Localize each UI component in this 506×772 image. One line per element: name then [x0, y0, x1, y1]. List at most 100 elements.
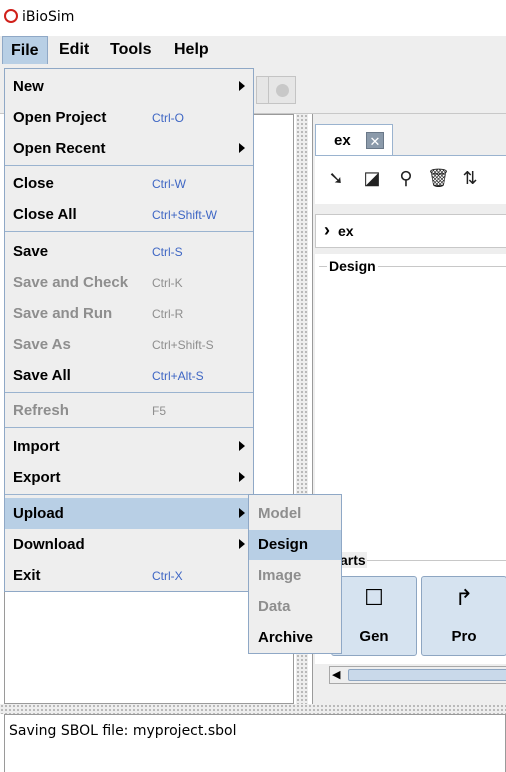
submenu-item-model[interactable]: Model	[249, 499, 341, 529]
menu-item-shortcut: Ctrl-W	[152, 177, 186, 191]
menu-item-shortcut: Ctrl+Shift-W	[152, 208, 218, 222]
submenu-arrow-icon	[239, 441, 245, 451]
menu-help[interactable]: Help	[166, 36, 217, 64]
title-bar: iBioSim	[0, 0, 506, 36]
horizontal-scrollbar[interactable]: ◀	[329, 666, 506, 684]
menu-separator	[5, 494, 253, 495]
promoter-arrow-icon: ↱	[454, 585, 474, 610]
menu-item-import[interactable]: Import	[5, 431, 253, 462]
submenu-arrow-icon	[239, 143, 245, 153]
toolbar-stop-button[interactable]	[268, 76, 296, 104]
menu-file[interactable]: File	[2, 36, 48, 64]
part-button-gen[interactable]: ☐ Gen	[331, 576, 417, 656]
zoom-icon[interactable]: ⚲	[395, 166, 417, 190]
log-message: Saving SBOL file: myproject.sbol	[9, 723, 237, 739]
close-tab-icon[interactable]: ✕	[366, 132, 384, 149]
chevron-right-icon: ›	[324, 220, 330, 240]
menu-item-shortcut: Ctrl-S	[152, 245, 183, 259]
menu-item-open-recent[interactable]: Open Recent	[5, 133, 253, 164]
scrollbar-thumb[interactable]	[348, 669, 506, 681]
menu-item-save-and-run[interactable]: Save and Run Ctrl-R	[5, 298, 253, 329]
submenu-item-archive[interactable]: Archive	[249, 623, 341, 653]
upload-submenu: Model Design Image Data Archive	[248, 494, 342, 654]
submenu-arrow-icon	[239, 508, 245, 518]
ibiosim-logo-icon	[4, 9, 18, 23]
submenu-item-data[interactable]: Data	[249, 592, 341, 622]
menu-item-label: Save and Check	[13, 274, 129, 291]
menu-item-export[interactable]: Export	[5, 462, 253, 493]
menu-item-save-all[interactable]: Save All Ctrl+Alt-S	[5, 360, 253, 391]
part-label-pro: Pro	[451, 628, 477, 645]
menu-bar: File Edit Tools Help	[0, 36, 506, 64]
window-title: iBioSim	[22, 9, 75, 25]
parts-label: arts	[339, 552, 367, 568]
submenu-item-design[interactable]: Design	[249, 530, 341, 560]
menu-item-download[interactable]: Download	[5, 529, 253, 560]
menu-item-label: Save As	[13, 336, 71, 353]
menu-item-shortcut: Ctrl-K	[152, 276, 183, 290]
menu-separator	[5, 231, 253, 232]
tab-label: ex	[334, 132, 351, 149]
menu-item-refresh[interactable]: Refresh F5	[5, 395, 253, 426]
submenu-item-label: Data	[258, 598, 291, 615]
menu-item-label: Save	[13, 243, 49, 260]
box-select-icon[interactable]: ◪	[361, 166, 383, 190]
menu-tools[interactable]: Tools	[102, 36, 159, 64]
menu-item-open-project[interactable]: Open Project Ctrl-O	[5, 102, 253, 133]
menu-item-upload[interactable]: Upload	[5, 498, 253, 529]
menu-item-label: Upload	[13, 505, 64, 522]
menu-item-label: Close All	[13, 206, 77, 223]
menu-item-label: Refresh	[13, 402, 69, 419]
tab-ex[interactable]: ex ✕	[315, 124, 393, 156]
submenu-arrow-icon	[239, 472, 245, 482]
menu-item-label: New	[13, 78, 44, 95]
menu-item-label: Open Project	[13, 109, 107, 126]
menu-item-save[interactable]: Save Ctrl-S	[5, 236, 253, 267]
editor-toolbar: ➘ ◪ ⚲ 🗑 ⇅	[315, 156, 506, 204]
breadcrumb-label: ex	[338, 223, 354, 239]
menu-item-new[interactable]: New	[5, 71, 253, 102]
menu-item-shortcut: Ctrl-X	[152, 569, 183, 583]
square-outline-icon: ☐	[364, 585, 384, 610]
menu-item-label: Save All	[13, 367, 71, 384]
flip-icon[interactable]: ⇅	[459, 166, 481, 190]
submenu-item-image[interactable]: Image	[249, 561, 341, 591]
part-label-gen: Gen	[359, 628, 389, 645]
horizontal-splitter[interactable]	[0, 704, 506, 714]
menu-edit[interactable]: Edit	[51, 36, 97, 64]
menu-item-save-as[interactable]: Save As Ctrl+Shift-S	[5, 329, 253, 360]
log-panel: Saving SBOL file: myproject.sbol	[4, 714, 506, 772]
submenu-item-label: Model	[258, 505, 302, 522]
menu-item-close-all[interactable]: Close All Ctrl+Shift-W	[5, 199, 253, 230]
menu-item-save-and-check[interactable]: Save and Check Ctrl-K	[5, 267, 253, 298]
menu-item-shortcut: Ctrl+Shift-S	[152, 338, 214, 352]
submenu-arrow-icon	[239, 539, 245, 549]
menu-item-label: Import	[13, 438, 60, 455]
stop-icon	[276, 84, 289, 97]
select-pointer-icon[interactable]: ➘	[325, 166, 347, 190]
menu-item-label: Save and Run	[13, 305, 113, 322]
design-label: Design	[327, 258, 378, 274]
submenu-arrow-icon	[239, 81, 245, 91]
part-button-pro[interactable]: ↱ Pro	[421, 576, 506, 656]
submenu-item-label: Archive	[258, 629, 314, 646]
menu-separator	[5, 392, 253, 393]
menu-item-label: Export	[13, 469, 61, 486]
submenu-item-label: Image	[258, 567, 302, 584]
file-menu-dropdown: New Open Project Ctrl-O Open Recent Clos…	[4, 68, 254, 592]
menu-item-shortcut: Ctrl-O	[152, 111, 184, 125]
menu-separator	[5, 427, 253, 428]
menu-item-shortcut: Ctrl+Alt-S	[152, 369, 204, 383]
submenu-item-label: Design	[258, 536, 309, 553]
breadcrumb: › ex	[315, 214, 506, 248]
menu-item-label: Close	[13, 175, 54, 192]
menu-item-close[interactable]: Close Ctrl-W	[5, 168, 253, 199]
menu-item-shortcut: F5	[152, 404, 167, 418]
menu-item-label: Download	[13, 536, 85, 553]
scroll-left-arrow-icon[interactable]: ◀	[332, 669, 340, 681]
trash-icon[interactable]: 🗑	[427, 166, 450, 190]
menu-item-label: Exit	[13, 567, 41, 584]
menu-separator	[5, 165, 253, 166]
menu-item-label: Open Recent	[13, 140, 106, 157]
menu-item-exit[interactable]: Exit Ctrl-X	[5, 560, 253, 591]
